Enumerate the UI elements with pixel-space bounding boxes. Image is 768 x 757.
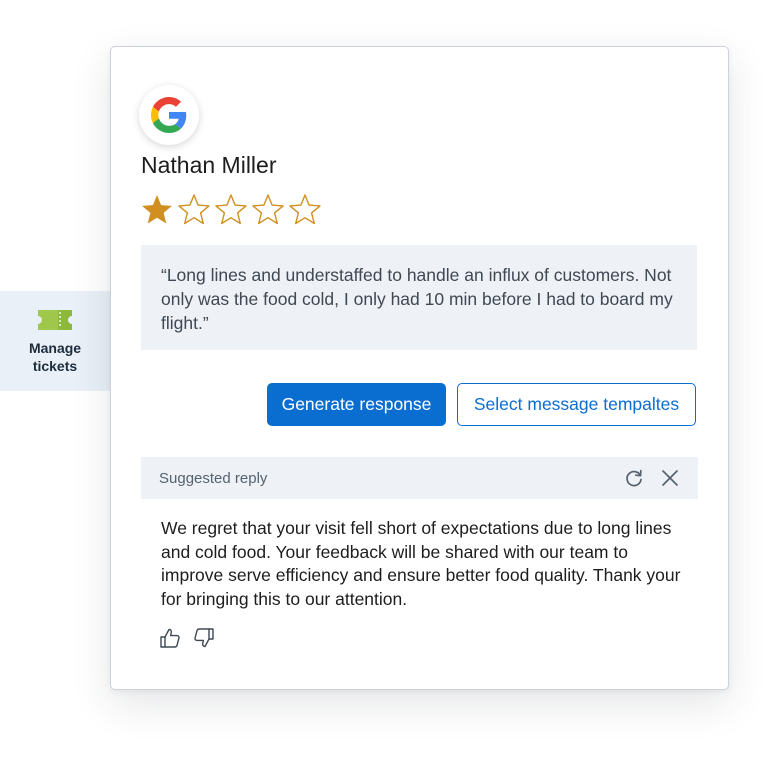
suggested-reply-header: Suggested reply [141,457,698,499]
suggested-reply-title: Suggested reply [159,469,268,487]
google-icon [151,97,187,133]
star-empty-icon [215,194,247,225]
select-message-templates-button[interactable]: Select message tempaltes [457,383,696,426]
star-empty-icon [178,194,210,225]
review-text: “Long lines and understaffed to handle a… [141,245,697,350]
star-filled-icon [142,195,172,224]
thumbs-up-icon[interactable] [159,627,181,649]
review-card: Nathan Miller “Long lines and understaff… [110,46,729,690]
star-rating [139,192,323,226]
close-icon[interactable] [660,468,680,488]
star-empty-icon [252,194,284,225]
suggested-reply-text: We regret that your visit fell short of … [161,518,681,609]
reviewer-name: Nathan Miller [141,152,277,178]
google-logo [139,85,199,145]
reply-feedback [159,627,215,649]
action-buttons: Generate response Select message tempalt… [267,383,696,426]
refresh-icon[interactable] [624,468,644,488]
suggested-reply-actions [624,468,680,488]
ticket-icon [38,310,72,330]
generate-response-button[interactable]: Generate response [267,383,446,426]
thumbs-down-icon[interactable] [193,627,215,649]
sidebar-item-manage-tickets[interactable]: Manage tickets [0,291,110,391]
sidebar-item-label: Manage tickets [28,340,82,374]
star-empty-icon [289,194,321,225]
